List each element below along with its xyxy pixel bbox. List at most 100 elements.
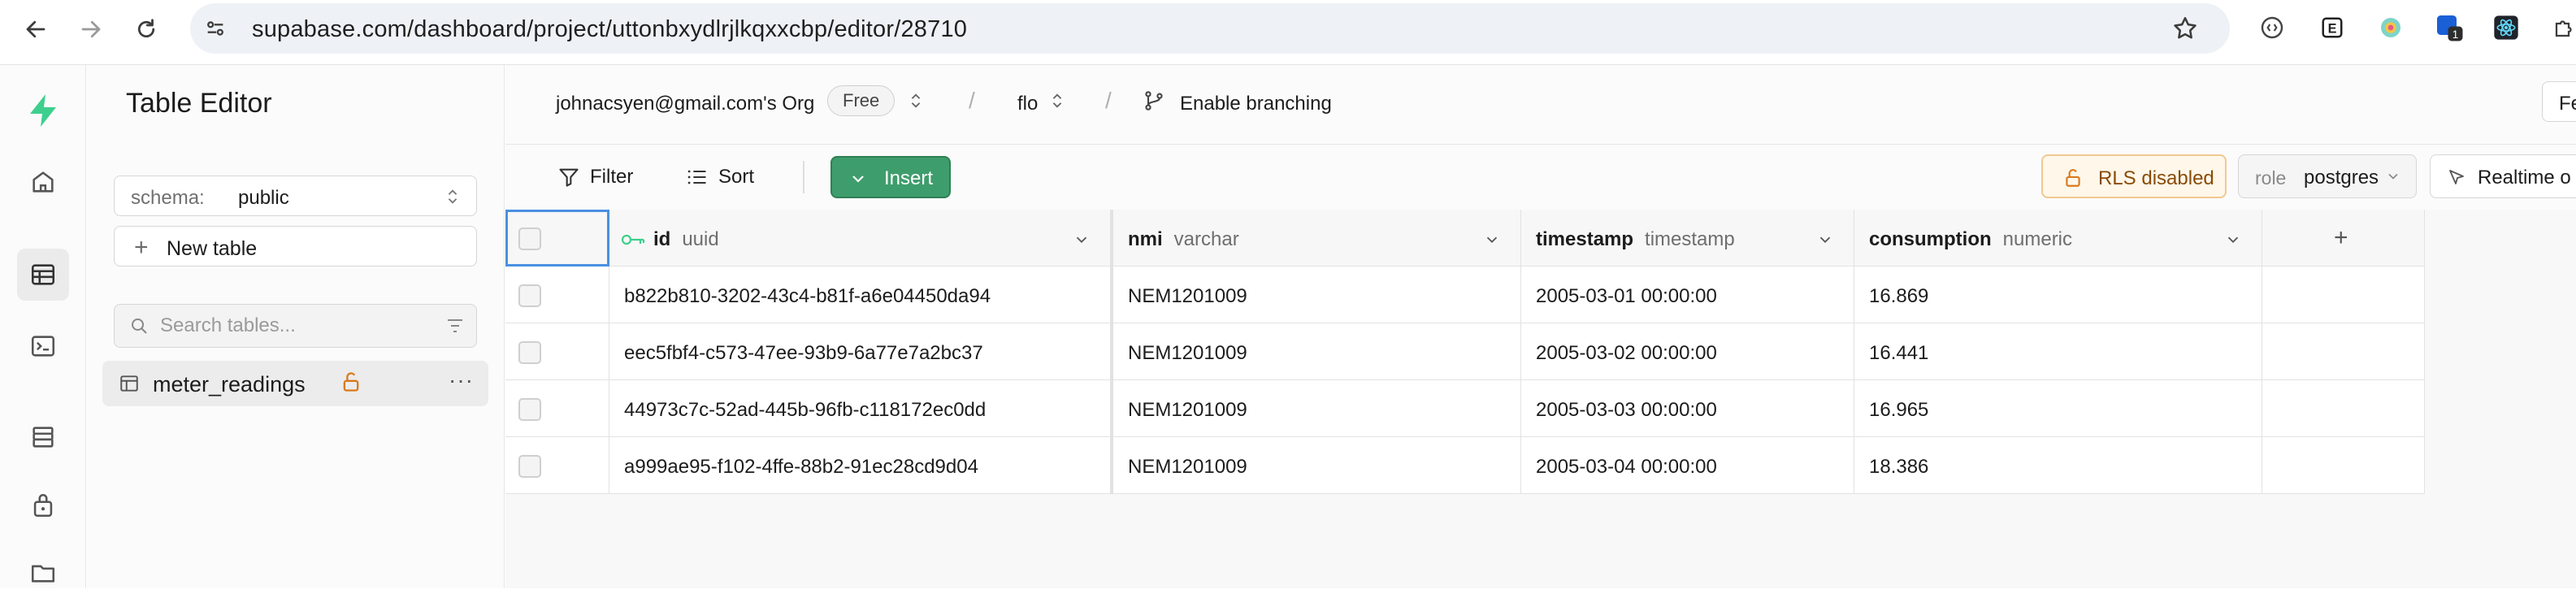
unlocked-padlock-icon	[340, 370, 362, 397]
realtime-button[interactable]: Realtime o	[2430, 154, 2576, 198]
auth-icon[interactable]	[17, 479, 69, 531]
row-select-cell[interactable]	[505, 437, 609, 494]
rls-disabled-button[interactable]: RLS disabled	[2041, 154, 2227, 198]
database-icon[interactable]	[17, 411, 69, 463]
cell-timestamp[interactable]: 2005-03-03 00:00:00	[1521, 380, 1854, 437]
plan-badge: Free	[827, 85, 896, 116]
filter-button[interactable]: Filter	[557, 162, 633, 192]
row-checkbox[interactable]	[518, 398, 541, 421]
add-column-button[interactable]: +	[2262, 210, 2425, 266]
url-text[interactable]: supabase.com/dashboard/project/uttonbxyd…	[252, 16, 967, 43]
cell-id[interactable]: a999ae95-f102-4ffe-88b2-91ec28cd9d04	[609, 437, 1113, 494]
column-type: timestamp	[1645, 228, 1735, 250]
table-row[interactable]: b822b810-3202-43c4-b81f-a6e04450da94 NEM1…	[505, 266, 2425, 323]
cell-timestamp[interactable]: 2005-03-02 00:00:00	[1521, 323, 1854, 380]
cell-value: 2005-03-03 00:00:00	[1536, 399, 1717, 421]
cursor-click-icon	[2447, 167, 2466, 191]
bookmark-star-icon[interactable]	[2171, 15, 2199, 46]
feedback-label: Fe	[2559, 93, 2576, 115]
insert-button[interactable]: Insert	[830, 156, 951, 198]
table-row[interactable]: eec5fbf4-c573-47ee-93b9-6a77e7a2bc37 NEM1…	[505, 323, 2425, 380]
column-header-timestamp[interactable]: timestamp timestamp	[1521, 210, 1854, 266]
column-header-id[interactable]: id uuid	[609, 210, 1113, 266]
extension-color-icon[interactable]	[2374, 11, 2407, 44]
forward-arrow-icon[interactable]	[75, 13, 107, 46]
nav-rail	[0, 65, 86, 588]
home-icon[interactable]	[17, 156, 69, 208]
extension-code-icon[interactable]	[2256, 11, 2288, 44]
unlocked-padlock-icon	[2062, 167, 2084, 193]
sidebar-item-meter-readings[interactable]: meter_readings ···	[102, 361, 488, 406]
chevron-down-icon[interactable]	[1073, 231, 1091, 253]
cell-id[interactable]: b822b810-3202-43c4-b81f-a6e04450da94	[609, 266, 1113, 323]
row-select-cell[interactable]	[505, 380, 609, 437]
select-all-checkbox[interactable]	[518, 228, 541, 250]
filter-funnel-icon[interactable]	[445, 316, 465, 340]
column-header-consumption[interactable]: consumption numeric	[1854, 210, 2262, 266]
chevron-down-icon[interactable]	[2224, 231, 2242, 253]
sort-label: Sort	[718, 166, 755, 188]
row-checkbox[interactable]	[518, 284, 541, 307]
site-settings-icon[interactable]	[202, 15, 229, 42]
reload-icon[interactable]	[130, 13, 163, 46]
chevron-down-icon[interactable]	[1816, 231, 1834, 253]
project-breadcrumb[interactable]: flo	[1017, 93, 1038, 115]
table-editor-sidebar: Table Editor schema: public + New table …	[87, 65, 505, 588]
cell-nmi[interactable]: NEM1201009	[1113, 323, 1521, 380]
supabase-logo-icon[interactable]	[17, 84, 69, 136]
row-checkbox[interactable]	[518, 455, 541, 478]
schema-value: public	[238, 187, 289, 209]
cell-consumption[interactable]: 16.441	[1854, 323, 2262, 380]
search-tables-field[interactable]	[114, 304, 477, 348]
role-selector[interactable]: role postgres	[2238, 154, 2417, 198]
cell-nmi[interactable]: NEM1201009	[1113, 437, 1521, 494]
extensions-puzzle-icon[interactable]	[2548, 11, 2576, 44]
row-checkbox[interactable]	[518, 341, 541, 364]
schema-selector[interactable]: schema: public	[114, 176, 477, 216]
search-icon	[129, 316, 149, 340]
column-type: varchar	[1173, 228, 1239, 250]
sql-editor-icon[interactable]	[17, 320, 69, 372]
cell-id[interactable]: eec5fbf4-c573-47ee-93b9-6a77e7a2bc37	[609, 323, 1113, 380]
select-all-cell[interactable]	[505, 210, 609, 266]
extension-e-icon[interactable]: E	[2316, 11, 2348, 44]
column-header-nmi[interactable]: nmi varchar	[1113, 210, 1521, 266]
cell-id[interactable]: 44973c7c-52ad-445b-96fb-c118172ec0dd	[609, 380, 1113, 437]
table-editor-icon[interactable]	[17, 249, 69, 301]
row-select-cell[interactable]	[505, 323, 609, 380]
table-row[interactable]: a999ae95-f102-4ffe-88b2-91ec28cd9d04 NEM1…	[505, 437, 2425, 494]
table-row[interactable]: 44973c7c-52ad-445b-96fb-c118172ec0dd NEM1…	[505, 380, 2425, 437]
cell-consumption[interactable]: 16.965	[1854, 380, 2262, 437]
address-bar[interactable]: supabase.com/dashboard/project/uttonbxyd…	[190, 3, 2230, 54]
org-switcher-chevron-icon[interactable]	[907, 89, 925, 116]
cell-value: NEM1201009	[1128, 456, 1247, 478]
storage-icon[interactable]	[17, 546, 69, 598]
filter-label: Filter	[590, 166, 634, 188]
cell-value: NEM1201009	[1128, 285, 1247, 307]
git-branch-icon	[1143, 89, 1165, 116]
cell-timestamp[interactable]: 2005-03-01 00:00:00	[1521, 266, 1854, 323]
cell-consumption[interactable]: 18.386	[1854, 437, 2262, 494]
back-arrow-icon[interactable]	[20, 13, 52, 46]
extension-badge-icon[interactable]: 1	[2433, 11, 2465, 44]
more-options-icon[interactable]: ···	[449, 367, 474, 393]
column-name: nmi	[1128, 228, 1163, 250]
cell-consumption[interactable]: 16.869	[1854, 266, 2262, 323]
sort-list-icon	[687, 170, 706, 184]
row-select-cell[interactable]	[505, 266, 609, 323]
extension-react-icon[interactable]	[2490, 11, 2522, 44]
cell-nmi[interactable]: NEM1201009	[1113, 380, 1521, 437]
feedback-button[interactable]: Fe	[2542, 81, 2576, 122]
chevron-down-icon[interactable]	[1483, 231, 1501, 253]
cell-nmi[interactable]: NEM1201009	[1113, 266, 1521, 323]
enable-branching-button[interactable]: Enable branching	[1180, 93, 1332, 115]
project-switcher-chevron-icon[interactable]	[1048, 89, 1066, 116]
chevron-down-icon	[848, 169, 868, 193]
org-breadcrumb[interactable]: johnacsyen@gmail.com's Org	[556, 93, 814, 115]
cell-value: 18.386	[1869, 456, 1929, 478]
cell-timestamp[interactable]: 2005-03-04 00:00:00	[1521, 437, 1854, 494]
new-table-button[interactable]: + New table	[114, 226, 477, 266]
search-tables-input[interactable]	[160, 313, 420, 339]
sort-button[interactable]: Sort	[686, 162, 754, 192]
role-label: role	[2255, 167, 2287, 188]
